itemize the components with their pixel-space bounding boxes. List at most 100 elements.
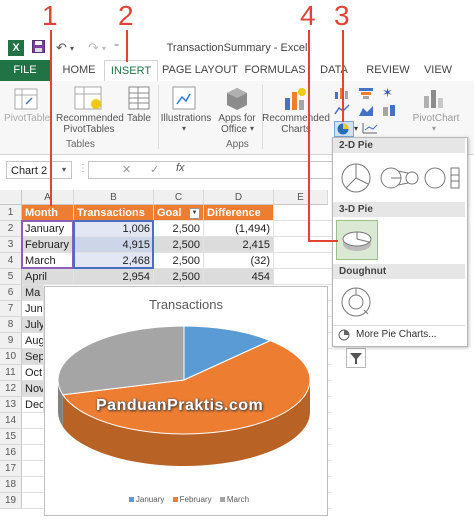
table-cell[interactable]: April [22, 269, 74, 285]
column-header-e[interactable]: E [274, 190, 328, 205]
hierarchy-chart-icon[interactable] [358, 87, 374, 102]
row-header[interactable]: 16 [0, 445, 22, 461]
table-header-cell[interactable]: Difference▼ [204, 205, 274, 221]
table-cell[interactable]: Aug [22, 333, 44, 349]
enter-icon[interactable]: ✓ [150, 163, 159, 176]
combo-chart-icon[interactable] [362, 122, 378, 137]
apps-group-label: Apps [226, 139, 249, 150]
table-cell[interactable]: (32) [204, 253, 274, 269]
row-header[interactable]: 1 [0, 205, 22, 221]
table-button[interactable] [128, 86, 150, 113]
pivotchart-icon [424, 90, 443, 108]
table-cell[interactable]: 2,500 [154, 221, 204, 237]
row-header[interactable]: 4 [0, 253, 22, 269]
row-header[interactable]: 6 [0, 285, 22, 301]
recommended-charts-button[interactable] [282, 86, 308, 115]
tab-file[interactable]: FILE [0, 60, 50, 81]
table-header-label: Difference [207, 207, 261, 219]
legend-swatch [172, 497, 178, 503]
table-cell[interactable]: Dec [22, 397, 44, 413]
table-cell[interactable]: Sep [22, 349, 44, 365]
row-header[interactable]: 14 [0, 413, 22, 429]
pie-dropdown-icon[interactable]: ▾ [354, 124, 358, 133]
table-cell[interactable]: 2,954 [74, 269, 154, 285]
scatter-chart-icon[interactable]: ✶ [382, 85, 393, 101]
table-cell[interactable]: 2,500 [154, 237, 204, 253]
table-cell[interactable]: 2,415 [204, 237, 274, 253]
name-box-dropdown-icon[interactable]: ▾ [62, 165, 66, 174]
insert-function-icon[interactable]: fx [176, 162, 185, 174]
column-header-c[interactable]: C [154, 190, 204, 205]
gallery-section-3d: 3-D Pie [333, 202, 465, 217]
pivotchart-dropdown-icon[interactable]: ▾ [432, 124, 436, 133]
column-header-a[interactable]: A [22, 190, 74, 205]
illustrations-icon [172, 86, 196, 110]
illustrations-dropdown-icon[interactable]: ▾ [182, 124, 186, 133]
row-header[interactable]: 18 [0, 477, 22, 493]
row-header[interactable]: 13 [0, 397, 22, 413]
table-cell[interactable]: Nov [22, 381, 44, 397]
cancel-icon[interactable]: ✕ [122, 163, 131, 176]
pie-2d-option[interactable] [338, 160, 374, 199]
callout-line-4-horizontal [308, 240, 338, 242]
table-header-cell[interactable]: Month▼ [22, 205, 74, 221]
doughnut-option[interactable] [338, 284, 374, 323]
row-header[interactable]: 8 [0, 317, 22, 333]
tab-formulas[interactable]: FORMULAS [242, 60, 308, 81]
row-header[interactable]: 19 [0, 493, 22, 509]
callout-number-4: 4 [300, 0, 316, 31]
pie-chart-button[interactable] [334, 121, 354, 137]
tab-data[interactable]: DATA [314, 60, 354, 81]
apps-for-office-button[interactable] [224, 86, 250, 115]
row-header[interactable]: 10 [0, 349, 22, 365]
tab-view[interactable]: VIEW [418, 60, 458, 81]
table-cell[interactable]: Ma [22, 285, 44, 301]
row-header[interactable]: 15 [0, 429, 22, 445]
table-header-cell[interactable]: Transactions▼ [74, 205, 154, 221]
pie-3d-icon [342, 231, 372, 251]
tab-home[interactable]: HOME [54, 60, 104, 81]
table-cell[interactable]: Jun [22, 301, 44, 317]
row-header[interactable]: 9 [0, 333, 22, 349]
area-chart-icon[interactable] [358, 104, 374, 119]
more-pie-charts-link[interactable]: More Pie Charts... [356, 329, 437, 340]
tab-page-layout[interactable]: PAGE LAYOUT [160, 60, 240, 81]
filter-dropdown-icon[interactable]: ▼ [189, 208, 200, 219]
apps-for-office-dropdown-icon[interactable]: ▾ [250, 124, 254, 133]
row-header[interactable]: 17 [0, 461, 22, 477]
pivottable-button[interactable] [14, 88, 38, 113]
illustrations-button[interactable] [172, 86, 196, 113]
pie-chart-icon [337, 123, 349, 135]
tab-insert[interactable]: INSERT [104, 60, 158, 83]
filter-icon [350, 353, 362, 364]
pivotchart-button[interactable] [422, 86, 446, 113]
recommended-pivottables-button[interactable] [74, 86, 104, 115]
row-header[interactable]: 2 [0, 221, 22, 237]
pie-of-pie-option[interactable] [380, 165, 420, 194]
chart-legend[interactable]: January February March [44, 495, 328, 504]
table-cell[interactable]: July [22, 317, 44, 333]
selection-value-range [73, 220, 154, 269]
column-header-d[interactable]: D [204, 190, 274, 205]
other-chart-icon[interactable] [382, 104, 398, 119]
chart-filters-button[interactable] [346, 348, 366, 368]
table-cell[interactable]: 454 [204, 269, 274, 285]
select-all-corner[interactable] [0, 190, 22, 205]
row-header[interactable]: 3 [0, 237, 22, 253]
tab-review[interactable]: REVIEW [362, 60, 414, 81]
table-header-cell[interactable]: Goal ▼ [154, 205, 204, 221]
table-cell[interactable]: 2,500 [154, 253, 204, 269]
legend-entry: March [226, 495, 250, 504]
column-header-b[interactable]: B [74, 190, 154, 205]
pie-3d-option[interactable] [336, 220, 378, 260]
bar-of-pie-option[interactable] [424, 165, 462, 194]
row-header[interactable]: 11 [0, 365, 22, 381]
table-cell[interactable]: Oct [22, 365, 44, 381]
row-header[interactable]: 12 [0, 381, 22, 397]
table-cell[interactable]: 2,500 [154, 269, 204, 285]
callout-number-3: 3 [334, 0, 350, 31]
row-header[interactable]: 5 [0, 269, 22, 285]
table-cell[interactable]: (1,494) [204, 221, 274, 237]
row-header[interactable]: 7 [0, 301, 22, 317]
pivottable-label: PivotTable [4, 113, 51, 124]
